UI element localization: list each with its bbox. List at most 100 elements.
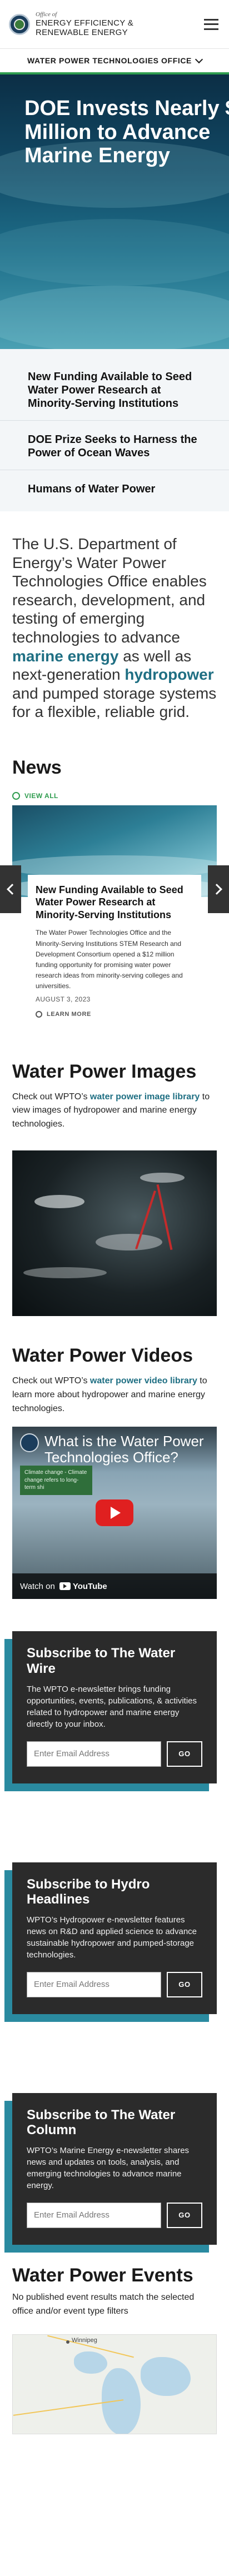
images-section: Water Power Images Check out WPTO’s wate… [0, 1027, 229, 1316]
events-section: Water Power Events No published event re… [0, 2245, 229, 2434]
water-glint [34, 1194, 84, 1208]
view-all-label: VIEW ALL [24, 791, 58, 800]
newsletter-description: WPTO’s Marine Energy e-newsletter shares… [27, 2145, 190, 2190]
newsletter-card: Subscribe to The Water Wire The WPTO e-n… [12, 1631, 217, 1783]
site-brand[interactable]: Office of ENERGY EFFICIENCY & RENEWABLE … [36, 11, 133, 37]
newsletter-card: Subscribe to Hydro Headlines WPTO’s Hydr… [12, 1862, 217, 2014]
go-button[interactable]: GO [167, 2202, 202, 2228]
learn-more-label: LEARN MORE [47, 1010, 91, 1018]
carousel-next-button[interactable] [208, 865, 229, 913]
map-city-label: Winnipeg [72, 2336, 97, 2344]
youtube-logo: YouTube [59, 1582, 107, 1591]
water-glint [140, 1172, 185, 1183]
water-glint [23, 1267, 107, 1278]
youtube-label: YouTube [72, 1581, 107, 1591]
email-input[interactable] [27, 1741, 161, 1767]
newsletter-hydro-headlines: Subscribe to Hydro Headlines WPTO’s Hydr… [4, 1862, 217, 2022]
video-info-card[interactable]: Climate change - Climate change refers t… [20, 1466, 92, 1495]
video-info-card-text: Climate change - Climate change refers t… [24, 1469, 87, 1491]
image-library-link[interactable]: water power image library [90, 1092, 200, 1102]
video-player[interactable]: What is the Water Power Technologies Off… [12, 1427, 217, 1600]
hero-slide-item[interactable]: New Funding Available to Seed Water Powe… [0, 349, 229, 421]
hero-carousel: DOE Invests Nearly $ Million to Advance … [0, 74, 229, 349]
newsletter-form: GO [27, 1741, 202, 1767]
office-intro: The U.S. Department of Energy’s Water Po… [0, 511, 229, 738]
newsletter-form: GO [27, 2202, 202, 2228]
arrow-circle-icon [12, 791, 20, 800]
carousel-prev-button[interactable] [0, 865, 21, 913]
newsletter-description: WPTO’s Hydropower e-newsletter features … [27, 1915, 197, 1960]
events-no-results: No published event results match the sel… [12, 2292, 195, 2316]
news-heading: News [12, 756, 62, 778]
chevron-left-icon [7, 884, 18, 895]
marine-energy-link[interactable]: marine energy [12, 647, 118, 665]
learn-more-link[interactable]: LEARN MORE [36, 1010, 193, 1018]
newsletter-water-column: Subscribe to The Water Column WPTO’s Mar… [4, 2092, 217, 2253]
hero-title[interactable]: DOE Invests Nearly $ Million to Advance … [24, 97, 229, 168]
email-input[interactable] [27, 1971, 161, 1997]
hydropower-link[interactable]: hydropower [125, 666, 213, 683]
go-button[interactable]: GO [167, 1741, 202, 1767]
news-card: New Funding Available to Seed Water Powe… [28, 874, 201, 1027]
chevron-down-icon [195, 55, 203, 63]
featured-water-image[interactable] [12, 1150, 217, 1316]
events-map[interactable]: Winnipeg [12, 2334, 217, 2434]
intro-text: and pumped storage systems for a flexibl… [12, 684, 217, 721]
images-text: Check out WPTO’s [12, 1092, 90, 1102]
newsletter-description: The WPTO e-newsletter brings funding opp… [27, 1684, 197, 1729]
events-heading: Water Power Events [12, 2264, 193, 2286]
seal-emblem-icon [14, 18, 25, 30]
hero-slide-item[interactable]: DOE Prize Seeks to Harness the Power of … [0, 421, 229, 470]
email-input[interactable] [27, 2202, 161, 2228]
hamburger-menu-button[interactable] [202, 17, 220, 32]
videos-heading: Water Power Videos [12, 1344, 193, 1366]
video-library-link[interactable]: water power video library [90, 1376, 197, 1386]
watch-on-youtube-bar[interactable]: Watch on YouTube [12, 1573, 217, 1600]
newsletter-title: Subscribe to The Water Column [27, 2107, 176, 2138]
hero-slide-label: DOE Prize Seeks to Harness the Power of … [28, 434, 197, 459]
videos-text: Check out WPTO’s [12, 1376, 90, 1386]
images-heading: Water Power Images [12, 1060, 197, 1082]
site-header: Office of ENERGY EFFICIENCY & RENEWABLE … [0, 0, 229, 49]
hero-slide-item[interactable]: Humans of Water Power [0, 470, 229, 506]
news-card-description: The Water Power Technologies Office and … [36, 929, 183, 990]
videos-section: Water Power Videos Check out WPTO’s wate… [0, 1316, 229, 1600]
video-play-button[interactable] [96, 1499, 133, 1527]
watch-on-label: Watch on [20, 1581, 55, 1591]
news-section: News VIEW ALL New Funding Available to S… [0, 738, 229, 1027]
water-glint [96, 1233, 162, 1250]
videos-description: Check out WPTO’s water power video libra… [0, 1367, 229, 1416]
hero-slide-list: New Funding Available to Seed Water Powe… [0, 349, 229, 511]
wave-decoration [12, 855, 217, 878]
chevron-right-icon [211, 884, 222, 895]
news-card-headline[interactable]: New Funding Available to Seed Water Powe… [36, 884, 193, 921]
news-card-date: AUGUST 3, 2023 [36, 995, 91, 1003]
hero-wave-decoration [0, 286, 229, 349]
go-button[interactable]: GO [167, 1971, 202, 1997]
video-title[interactable]: What is the Water Power Technologies Off… [44, 1433, 209, 1465]
youtube-play-icon [59, 1582, 71, 1591]
images-description: Check out WPTO’s water power image libra… [0, 1083, 229, 1132]
brand-office-of: Office of [36, 11, 57, 18]
hero-wave-decoration [0, 219, 229, 286]
intro-text: The U.S. Department of Energy’s Water Po… [12, 535, 207, 646]
newsletter-title: Subscribe to Hydro Headlines [27, 1876, 150, 1907]
doe-seal-logo[interactable] [9, 13, 30, 35]
lake-shape [74, 2351, 107, 2374]
channel-avatar[interactable] [20, 1433, 39, 1453]
news-view-all-link[interactable]: VIEW ALL [0, 779, 229, 800]
office-nav-toggle[interactable]: WATER POWER TECHNOLOGIES OFFICE [0, 49, 229, 74]
hero-slide-label: New Funding Available to Seed Water Powe… [28, 371, 192, 410]
brand-line-2: RENEWABLE ENERGY [36, 27, 128, 37]
video-header: What is the Water Power Technologies Off… [12, 1427, 217, 1472]
newsletter-title: Subscribe to The Water Wire [27, 1646, 176, 1676]
city-marker-icon [66, 2340, 69, 2344]
office-nav-label: WATER POWER TECHNOLOGIES OFFICE [27, 56, 192, 65]
play-icon [111, 1507, 121, 1519]
newsletter-form: GO [27, 1971, 202, 1997]
menu-bar-icon [204, 23, 218, 25]
page: Office of ENERGY EFFICIENCY & RENEWABLE … [0, 0, 229, 2576]
